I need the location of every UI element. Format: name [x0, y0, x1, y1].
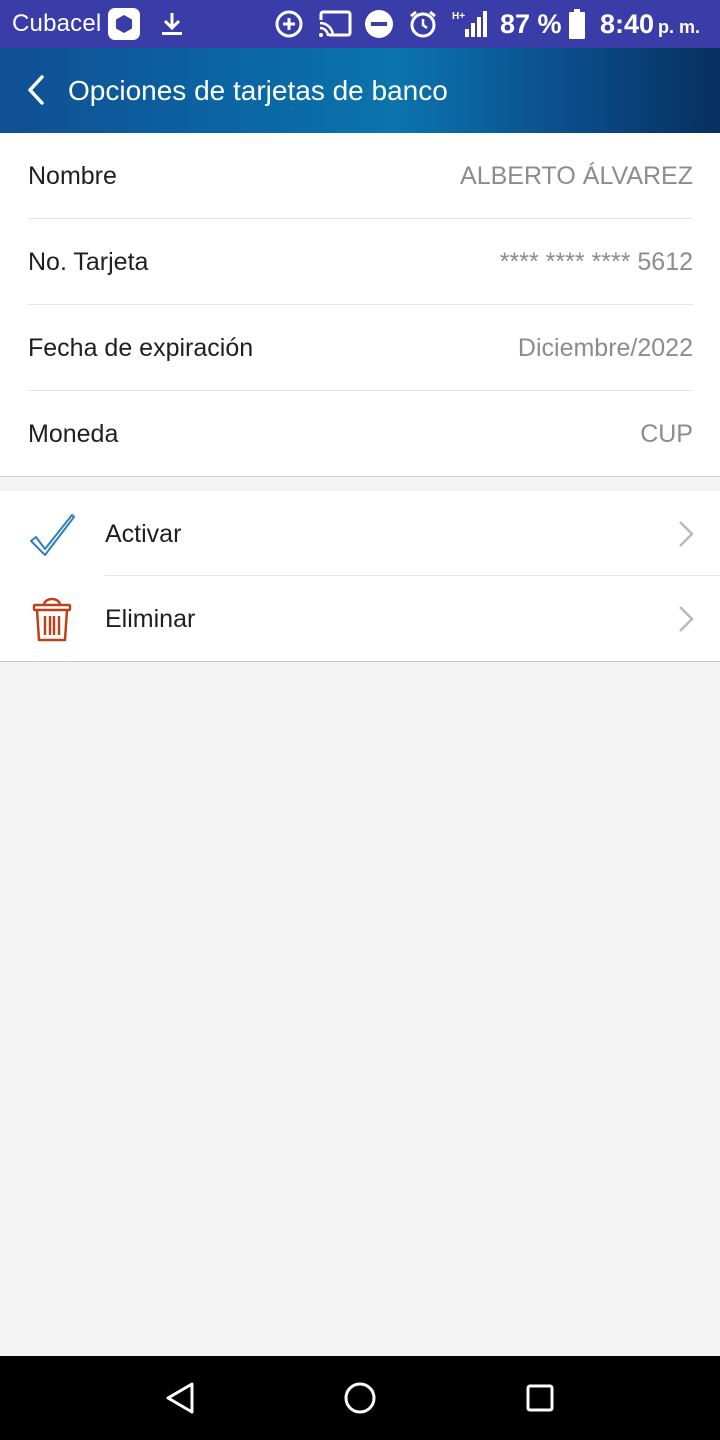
action-label: Eliminar	[105, 605, 196, 633]
info-label: No. Tarjeta	[28, 248, 149, 276]
cast-icon	[316, 0, 354, 48]
info-row-tarjeta: No. Tarjeta **** **** **** 5612	[28, 219, 693, 305]
data-saver-icon	[272, 0, 306, 48]
back-nav-icon	[166, 1382, 194, 1414]
info-label: Nombre	[28, 162, 117, 190]
battery-percent: 87 %	[500, 9, 562, 39]
chevron-left-icon	[28, 75, 44, 105]
info-row-moneda: Moneda CUP	[28, 391, 693, 476]
status-bar: Cubacel H+ 87 % 8:40 p. m.	[0, 0, 720, 48]
svg-text:H+: H+	[452, 11, 465, 22]
info-value: Diciembre/2022	[517, 334, 693, 362]
action-label: Activar	[105, 520, 182, 548]
carrier-label: Cubacel	[12, 10, 102, 37]
clock-time: 8:40	[600, 9, 655, 39]
vpn-icon	[104, 0, 144, 48]
activar-button[interactable]: Activar	[0, 491, 720, 576]
alarm-icon	[406, 0, 440, 48]
back-button[interactable]	[20, 72, 56, 108]
do-not-disturb-icon	[362, 0, 396, 48]
info-row-expiracion: Fecha de expiración Diciembre/2022	[28, 305, 693, 391]
recents-nav-icon	[526, 1384, 554, 1412]
actions-section: Activar Eliminar	[0, 491, 720, 662]
checkmark-icon	[30, 514, 75, 556]
info-value: **** **** **** 5612	[499, 248, 693, 276]
system-nav-bar	[0, 1356, 720, 1440]
battery-icon	[566, 0, 588, 48]
nav-home-button[interactable]	[338, 1376, 382, 1420]
chevron-right-icon	[679, 521, 694, 547]
card-info-section: Nombre ALBERTO ÁLVAREZ No. Tarjeta **** …	[0, 133, 720, 477]
info-row-nombre: Nombre ALBERTO ÁLVAREZ	[28, 133, 693, 219]
clock: 8:40 p. m.	[600, 9, 700, 40]
page-title: Opciones de tarjetas de banco	[68, 75, 448, 106]
info-value: ALBERTO ÁLVAREZ	[460, 162, 693, 190]
clock-ampm: p. m.	[658, 17, 701, 37]
signal-icon: H+	[450, 0, 490, 48]
chevron-right-icon	[679, 606, 694, 632]
download-icon	[156, 0, 188, 48]
app-header: Opciones de tarjetas de banco	[0, 48, 720, 133]
info-value: CUP	[640, 420, 693, 448]
trash-icon	[32, 597, 72, 642]
eliminar-button[interactable]: Eliminar	[0, 576, 720, 661]
home-nav-icon	[344, 1382, 376, 1414]
info-label: Moneda	[28, 420, 119, 448]
nav-recents-button[interactable]	[518, 1376, 562, 1420]
nav-back-button[interactable]	[158, 1376, 202, 1420]
info-label: Fecha de expiración	[28, 334, 254, 362]
